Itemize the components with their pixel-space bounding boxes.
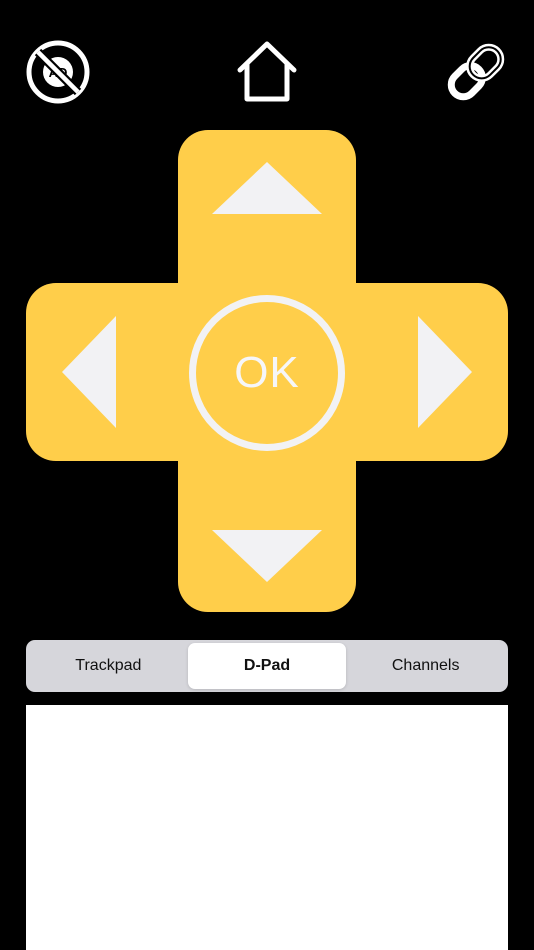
content-panel	[26, 705, 508, 950]
tab-channels[interactable]: Channels	[346, 643, 505, 689]
ok-button-label: OK	[234, 348, 300, 397]
tab-channels-label: Channels	[391, 657, 460, 674]
dpad: OK	[0, 0, 534, 640]
dpad-right-button[interactable]	[418, 316, 472, 428]
arrow-left-icon	[62, 316, 116, 428]
dpad-down-button[interactable]	[212, 530, 322, 582]
dpad-up-button[interactable]	[212, 162, 322, 214]
arrow-right-icon	[418, 316, 472, 428]
tab-dpad[interactable]: D-Pad	[187, 643, 347, 689]
dpad-left-button[interactable]	[62, 316, 116, 428]
tab-trackpad[interactable]: Trackpad	[29, 643, 188, 689]
tab-dpad-label: D-Pad	[243, 657, 291, 674]
mode-segmented-control: Trackpad D-Pad Channels	[26, 640, 508, 692]
arrow-down-icon	[212, 530, 322, 582]
ok-button[interactable]: OK	[189, 295, 345, 451]
tab-trackpad-label: Trackpad	[75, 657, 142, 674]
arrow-up-icon	[212, 162, 322, 214]
